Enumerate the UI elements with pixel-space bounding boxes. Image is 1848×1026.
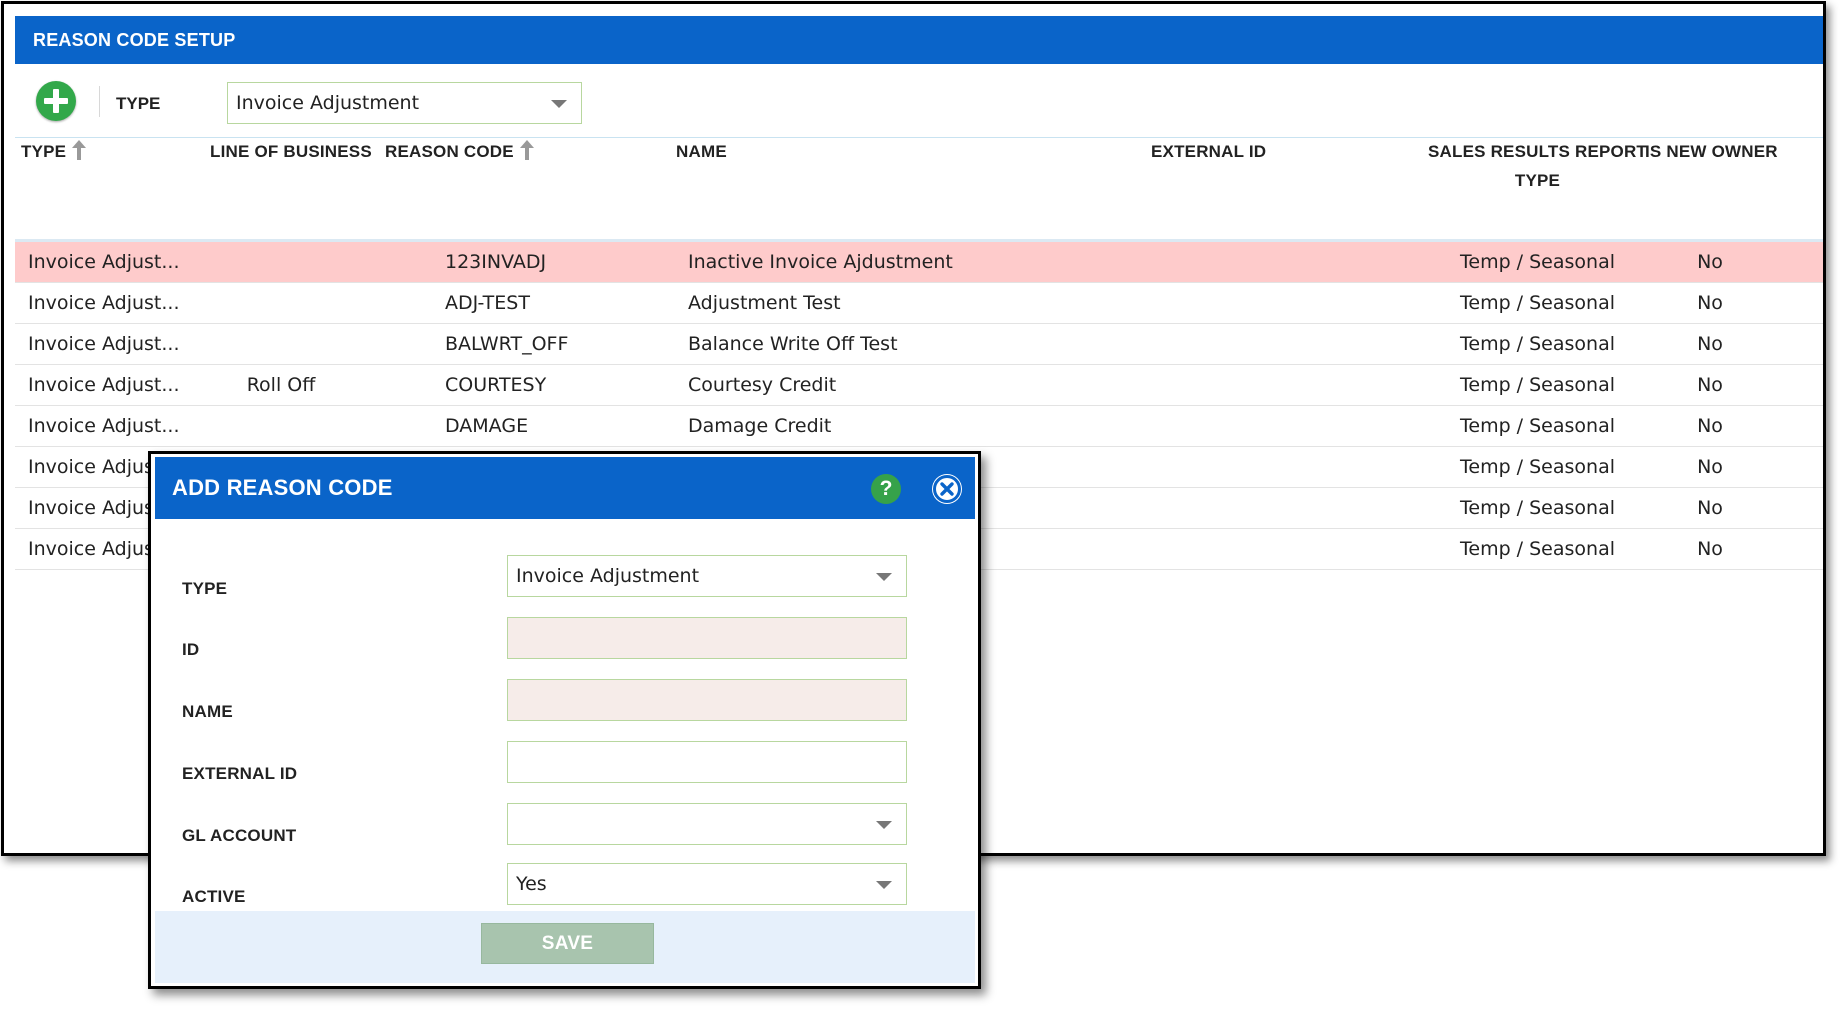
column-header-line-of-business[interactable]: LINE OF BUSINESS (210, 137, 372, 166)
name-input[interactable] (508, 680, 906, 720)
row-reason-code-cell: COURTESY (445, 374, 547, 396)
add-reason-code-button[interactable] (36, 81, 76, 121)
chevron-down-icon (551, 100, 567, 108)
column-header-reason-code-label: REASON CODE (385, 142, 514, 161)
row-name-cell: Courtesy Credit (688, 374, 837, 396)
row-type-cell: Invoice Adjust... (28, 292, 180, 314)
column-header-sales-results-line1: SALES RESULTS REPORT (1427, 142, 1648, 161)
save-button[interactable]: SAVE (481, 923, 654, 964)
row-name-cell: Damage Credit (688, 415, 832, 437)
row-is-new-owner-cell: No (1697, 538, 1723, 560)
type-label: TYPE (182, 579, 228, 598)
gl-account-label: GL ACCOUNT (182, 826, 297, 845)
external-id-label: EXTERNAL ID (182, 764, 298, 783)
row-reason-code-cell: DAMAGE (445, 415, 529, 437)
column-header-type[interactable]: TYPE (21, 137, 87, 166)
column-header-external-id[interactable]: EXTERNAL ID (1151, 137, 1266, 166)
chevron-down-icon (876, 573, 892, 581)
active-select-value: Yes (516, 873, 547, 895)
row-name-cell: Adjustment Test (688, 292, 841, 314)
row-sales-results-report-type-cell: Temp / Seasonal (1460, 251, 1615, 273)
dialog-header: ADD REASON CODE ? (155, 457, 975, 519)
row-sales-results-report-type-cell: Temp / Seasonal (1460, 497, 1615, 519)
toolbar-divider (99, 86, 100, 117)
active-label: ACTIVE (182, 887, 246, 906)
id-field[interactable] (507, 617, 907, 659)
row-type-cell: Invoice Adjus (28, 497, 154, 519)
type-select[interactable]: Invoice Adjustment (507, 555, 907, 597)
type-filter-select[interactable]: Invoice Adjustment (227, 82, 582, 124)
row-sales-results-report-type-cell: Temp / Seasonal (1460, 374, 1615, 396)
dialog-title: ADD REASON CODE (172, 475, 393, 500)
row-name-cell: Balance Write Off Test (688, 333, 898, 355)
question-circle-icon: ? (879, 477, 893, 500)
row-is-new-owner-cell: No (1697, 374, 1723, 396)
row-reason-code-cell: ADJ-TEST (445, 292, 530, 314)
column-header-sales-results-line2: TYPE (1514, 171, 1561, 190)
row-type-cell: Invoice Adjust... (28, 333, 180, 355)
row-type-cell: Invoice Adjus (28, 538, 154, 560)
table-row[interactable]: Invoice Adjust... Roll Off COURTESY Courtes… (15, 365, 1823, 406)
help-button[interactable]: ? (871, 474, 901, 504)
column-header-is-new-owner[interactable]: IS NEW OWNER (1645, 137, 1778, 166)
external-id-field[interactable] (507, 741, 907, 783)
row-is-new-owner-cell: No (1697, 292, 1723, 314)
row-type-cell: Invoice Adjust... (28, 251, 180, 273)
row-sales-results-report-type-cell: Temp / Seasonal (1460, 456, 1615, 478)
add-reason-code-dialog: ADD REASON CODE ? TYPE Invoice Adjustmen… (148, 451, 981, 989)
row-type-cell: Invoice Adjust... (28, 374, 180, 396)
gl-account-select[interactable] (507, 803, 907, 845)
close-button[interactable] (932, 474, 962, 504)
external-id-input[interactable] (508, 742, 906, 782)
grid-header: TYPE LINE OF BUSINESS REASON CODE NAME E… (15, 137, 1823, 238)
name-label: NAME (182, 702, 233, 721)
close-circle-icon (933, 475, 961, 503)
row-reason-code-cell: BALWRT_OFF (445, 333, 569, 355)
row-name-cell: Inactive Invoice Ajdustment (688, 251, 953, 273)
table-row[interactable]: Invoice Adjust... BALWRT_OFF Balance Write… (15, 324, 1823, 365)
active-select[interactable]: Yes (507, 863, 907, 905)
row-type-cell: Invoice Adjust... (28, 415, 180, 437)
column-header-reason-code[interactable]: REASON CODE (385, 137, 534, 166)
chevron-down-icon (876, 881, 892, 889)
row-sales-results-report-type-cell: Temp / Seasonal (1460, 538, 1615, 560)
table-row[interactable]: Invoice Adjust... DAMAGE Damage Credit Temp… (15, 406, 1823, 447)
row-sales-results-report-type-cell: Temp / Seasonal (1460, 292, 1615, 314)
column-header-sales-results-report-type[interactable]: SALES RESULTS REPORT TYPE (1419, 137, 1656, 195)
row-line-of-business-cell: Roll Off (246, 374, 316, 396)
column-header-name[interactable]: NAME (676, 137, 727, 166)
sort-ascending-icon[interactable] (519, 140, 534, 160)
row-is-new-owner-cell: No (1697, 497, 1723, 519)
row-is-new-owner-cell: No (1697, 251, 1723, 273)
column-header-type-label: TYPE (21, 142, 67, 161)
page-title: REASON CODE SETUP (15, 16, 1823, 64)
row-is-new-owner-cell: No (1697, 333, 1723, 355)
name-field[interactable] (507, 679, 907, 721)
type-filter-label: TYPE (116, 94, 161, 113)
row-is-new-owner-cell: No (1697, 456, 1723, 478)
row-is-new-owner-cell: No (1697, 415, 1723, 437)
table-row[interactable]: Invoice Adjust... 123INVADJ Inactive Invoi… (15, 242, 1823, 283)
row-sales-results-report-type-cell: Temp / Seasonal (1460, 333, 1615, 355)
table-row[interactable]: Invoice Adjust... ADJ-TEST Adjustment Test… (15, 283, 1823, 324)
row-type-cell: Invoice Adjus (28, 456, 154, 478)
toolbar: TYPE Invoice Adjustment (15, 64, 1823, 137)
type-select-value: Invoice Adjustment (516, 565, 700, 587)
type-filter-value: Invoice Adjustment (236, 92, 420, 114)
id-input[interactable] (508, 618, 906, 658)
sort-ascending-icon[interactable] (72, 140, 87, 160)
dialog-footer: SAVE (155, 911, 975, 983)
chevron-down-icon (876, 821, 892, 829)
row-sales-results-report-type-cell: Temp / Seasonal (1460, 415, 1615, 437)
row-reason-code-cell: 123INVADJ (445, 251, 547, 273)
id-label: ID (182, 640, 200, 659)
